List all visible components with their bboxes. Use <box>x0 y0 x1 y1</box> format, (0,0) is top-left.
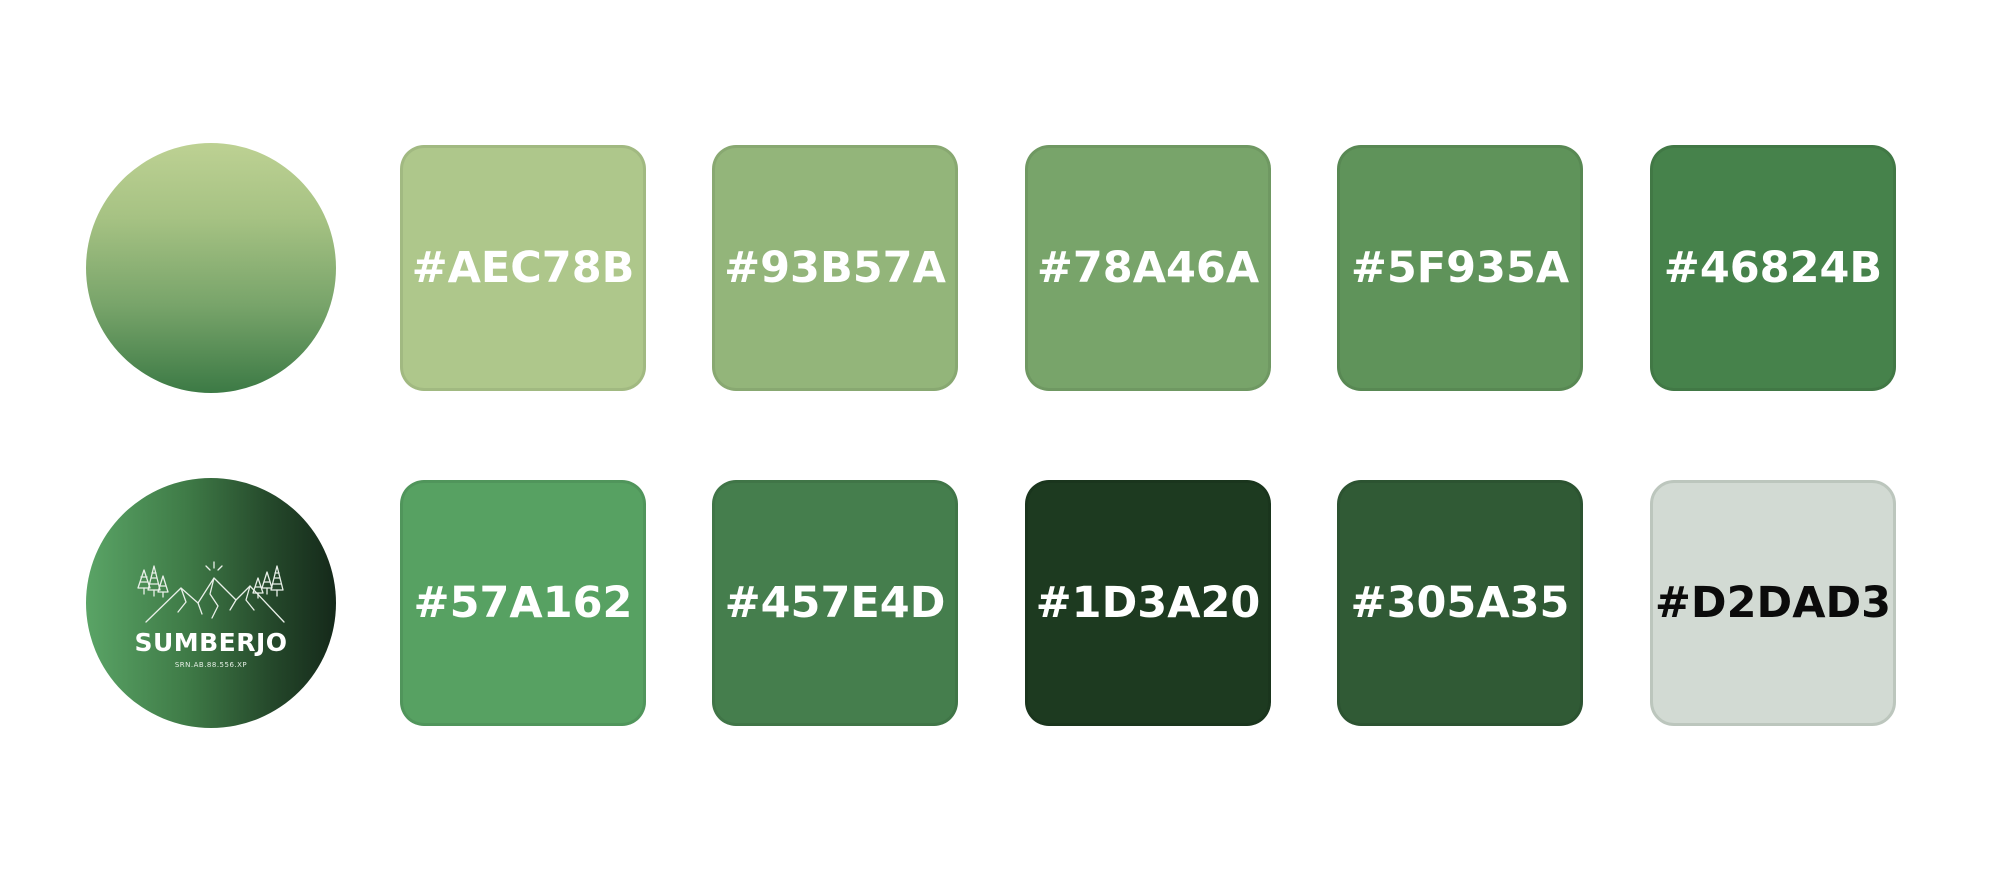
logo-name: SUMBERJO <box>134 628 288 657</box>
swatch-row1-2: #93B57A <box>712 145 958 391</box>
swatch-hex-label: #D2DAD3 <box>1654 578 1892 628</box>
swatch-hex-label: #305A35 <box>1350 578 1570 628</box>
logo-subtitle: SRN.AB.88.556.XP <box>174 661 248 669</box>
swatch-row1-3: #78A46A <box>1025 145 1271 391</box>
swatch-hex-label: #1D3A20 <box>1035 578 1261 628</box>
mountain-pine-trees-icon <box>137 561 285 623</box>
swatch-row1-4: #5F935A <box>1337 145 1583 391</box>
swatch-row2-1: #57A162 <box>400 480 646 726</box>
swatch-row1-1: #AEC78B <box>400 145 646 391</box>
swatch-hex-label: #46824B <box>1663 243 1883 293</box>
gradient-preview-circle <box>86 143 336 393</box>
swatch-hex-label: #5F935A <box>1350 243 1570 293</box>
swatch-hex-label: #93B57A <box>724 243 946 293</box>
color-palette: #AEC78B #93B57A #78A46A #5F935A #46824B <box>0 0 2000 889</box>
swatch-hex-label: #57A162 <box>413 578 633 628</box>
logo-circle: SUMBERJO SRN.AB.88.556.XP <box>86 478 336 728</box>
swatch-row2-3: #1D3A20 <box>1025 480 1271 726</box>
swatch-row2-4: #305A35 <box>1337 480 1583 726</box>
swatch-hex-label: #AEC78B <box>411 243 635 293</box>
swatch-hex-label: #78A46A <box>1036 243 1260 293</box>
swatch-row2-5: #D2DAD3 <box>1650 480 1896 726</box>
swatch-row2-2: #457E4D <box>712 480 958 726</box>
swatch-row1-5: #46824B <box>1650 145 1896 391</box>
swatch-hex-label: #457E4D <box>724 578 946 628</box>
